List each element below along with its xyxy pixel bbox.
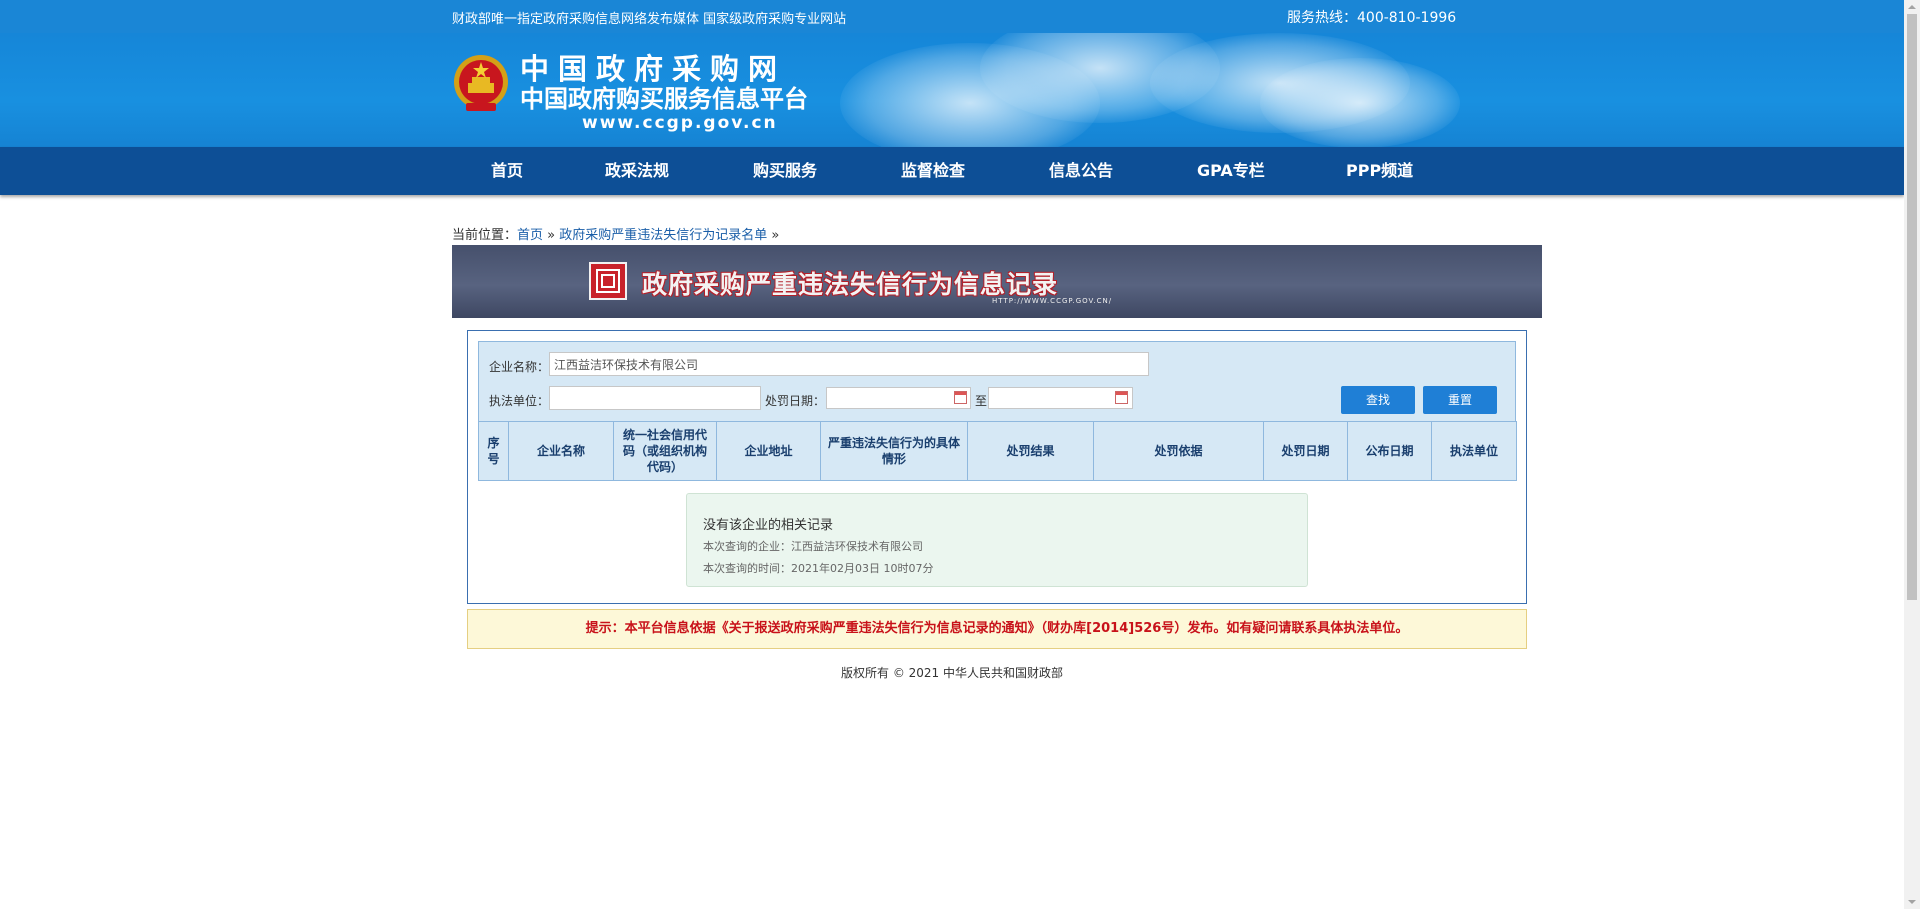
search-button[interactable]: 查找 <box>1341 386 1415 414</box>
main-nav: 首页 政采法规 购买服务 监督检查 信息公告 GPA专栏 PPP频道 <box>0 147 1904 195</box>
scrollbar-thumb[interactable] <box>1907 14 1917 600</box>
cloud-decoration <box>1260 58 1460 147</box>
nav-item-home[interactable]: 首页 <box>491 147 523 195</box>
breadcrumb-current-link[interactable]: 政府采购严重违法失信行为记录名单 <box>559 228 767 243</box>
site-name-secondary: 中国政府购买服务信息平台 <box>520 84 808 113</box>
seal-icon <box>589 262 627 300</box>
page-scrollbar[interactable] <box>1904 0 1920 909</box>
nav-item-announcements[interactable]: 信息公告 <box>1049 147 1113 195</box>
enforcement-unit-input[interactable] <box>549 386 761 410</box>
search-form: 企业名称： 执法单位： 处罚日期： 至 查找 重置 <box>478 341 1516 422</box>
breadcrumb-prefix: 当前位置： <box>452 228 518 243</box>
site-title[interactable]: 中国政府采购网 中国政府购买服务信息平台 www.ccgp.gov.cn <box>520 53 808 133</box>
section-title: 政府采购严重违法失信行为信息记录 <box>642 270 1059 299</box>
notice-tip: 提示：本平台信息依据《关于报送政府采购严重违法失信行为信息记录的通知》（财办库[… <box>467 609 1527 649</box>
header-tagline: 财政部唯一指定政府采购信息网络发布媒体 国家级政府采购专业网站 <box>452 12 847 27</box>
results-table: 序号 企业名称 统一社会信用代码（或组织机构代码） 企业地址 严重违法失信行为的… <box>478 421 1517 481</box>
penalty-date-label: 处罚日期： <box>765 394 826 408</box>
column-header: 处罚依据 <box>1093 421 1264 481</box>
column-header: 公布日期 <box>1347 421 1432 481</box>
column-header: 企业地址 <box>716 421 821 481</box>
query-time-text: 本次查询的时间：2021年02月03日 10时07分 <box>703 562 934 575</box>
no-result-heading: 没有该企业的相关记录 <box>703 518 834 533</box>
site-banner: 中国政府采购网 中国政府购买服务信息平台 www.ccgp.gov.cn <box>0 33 1904 147</box>
nav-item-supervision[interactable]: 监督检查 <box>901 147 965 195</box>
no-result-notice: 没有该企业的相关记录 本次查询的企业：江西益洁环保技术有限公司 本次查询的时间：… <box>686 493 1308 587</box>
column-header: 执法单位 <box>1431 421 1517 481</box>
query-panel: 企业名称： 执法单位： 处罚日期： 至 查找 重置 序号 企业名称 统一社会信用… <box>467 330 1527 604</box>
company-name-label: 企业名称： <box>489 360 550 374</box>
top-strip: 财政部唯一指定政府采购信息网络发布媒体 国家级政府采购专业网站 服务热线：400… <box>0 0 1904 33</box>
national-emblem-icon <box>454 55 508 111</box>
breadcrumb-separator: » <box>767 228 780 243</box>
nav-item-ppp[interactable]: PPP频道 <box>1346 147 1413 195</box>
column-header: 处罚结果 <box>967 421 1094 481</box>
company-name-input[interactable] <box>549 352 1149 376</box>
calendar-icon[interactable] <box>954 391 967 404</box>
column-header: 处罚日期 <box>1263 421 1348 481</box>
breadcrumb-separator: » <box>543 228 560 243</box>
date-range-to-label: 至 <box>975 394 988 408</box>
queried-company-text: 本次查询的企业：江西益洁环保技术有限公司 <box>703 540 923 553</box>
banner-url: HTTP://WWW.CCGP.GOV.CN/ <box>992 297 1113 305</box>
breadcrumb: 当前位置：首页 » 政府采购严重违法失信行为记录名单 » <box>452 224 779 243</box>
nav-item-purchase-services[interactable]: 购买服务 <box>753 147 817 195</box>
penalty-date-to-input[interactable] <box>988 387 1133 409</box>
column-header: 统一社会信用代码（或组织机构代码） <box>613 421 717 481</box>
service-hotline: 服务热线：400-810-1996 <box>1287 10 1457 26</box>
reset-button[interactable]: 重置 <box>1423 386 1497 414</box>
column-header: 企业名称 <box>508 421 614 481</box>
scroll-down-arrow-icon[interactable] <box>1904 895 1920 909</box>
nav-item-regulations[interactable]: 政采法规 <box>605 147 669 195</box>
breadcrumb-home-link[interactable]: 首页 <box>517 228 543 243</box>
scroll-up-arrow-icon[interactable] <box>1904 0 1920 14</box>
column-header: 严重违法失信行为的具体情形 <box>820 421 968 481</box>
column-header: 序号 <box>478 421 509 481</box>
calendar-icon[interactable] <box>1115 391 1128 404</box>
page: 财政部唯一指定政府采购信息网络发布媒体 国家级政府采购专业网站 服务热线：400… <box>0 0 1904 909</box>
site-name-primary: 中国政府采购网 <box>520 52 787 86</box>
copyright-footer: 版权所有 © 2021 中华人民共和国财政部 <box>841 666 1063 680</box>
site-url: www.ccgp.gov.cn <box>582 113 778 133</box>
penalty-date-from-input[interactable] <box>826 387 971 409</box>
enforcement-unit-label: 执法单位： <box>489 394 550 408</box>
table-header-row: 序号 企业名称 统一社会信用代码（或组织机构代码） 企业地址 严重违法失信行为的… <box>478 421 1517 481</box>
section-title-banner: 政府采购严重违法失信行为信息记录 HTTP://WWW.CCGP.GOV.CN/ <box>452 245 1542 318</box>
nav-item-gpa[interactable]: GPA专栏 <box>1197 147 1265 195</box>
